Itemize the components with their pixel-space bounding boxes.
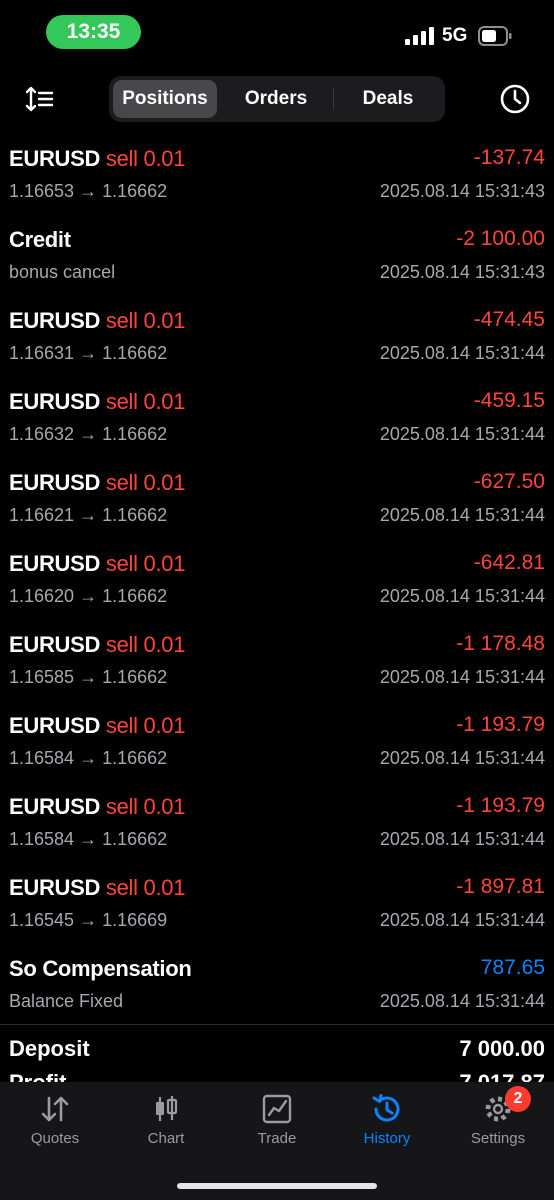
toolbar: Positions Orders Deals (0, 75, 554, 123)
deal-side: sell 0.01 (105, 470, 186, 495)
deal-side: sell 0.01 (105, 551, 186, 576)
tab-history[interactable]: History (332, 1092, 442, 1152)
deal-amount: -1 193.79 (456, 794, 545, 817)
trade-icon (262, 1094, 292, 1124)
deal-amount: -2 100.00 (456, 227, 545, 250)
deal-detail: bonus cancel (9, 262, 116, 282)
deal-amount: -642.81 (473, 551, 545, 574)
deal-datetime: 2025.08.14 15:31:43 (379, 262, 545, 282)
deal-amount: -1 193.79 (456, 713, 545, 736)
home-indicator[interactable] (177, 1183, 377, 1189)
tab-label: Chart (147, 1130, 185, 1147)
deal-amount: -627.50 (473, 470, 545, 493)
tab-label: History (363, 1130, 411, 1147)
tab-label: Settings (470, 1130, 526, 1147)
deal-datetime: 2025.08.14 15:31:44 (379, 748, 545, 768)
list-item[interactable]: Credit -2 100.00 bonus cancel 2025.08.14… (0, 221, 554, 302)
cellular-signal-icon (405, 27, 434, 45)
deal-datetime: 2025.08.14 15:31:44 (379, 829, 545, 849)
deposit-label: Deposit (9, 1036, 90, 1061)
deal-amount: -1 178.48 (456, 632, 545, 655)
deal-detail: 1.16621 → 1.16662 (9, 505, 168, 525)
history-segmented-control: Positions Orders Deals (109, 76, 445, 122)
status-bar: 13:35 5G (0, 0, 554, 62)
list-divider (0, 1024, 554, 1025)
list-item[interactable]: So Compensation 787.65 Balance Fixed 202… (0, 950, 554, 1031)
list-item[interactable]: EURUSD sell 0.01 -137.74 1.16653 → 1.166… (0, 140, 554, 221)
tab-trade[interactable]: Trade (222, 1092, 332, 1152)
list-item[interactable]: EURUSD sell 0.01 -1 193.79 1.16584 → 1.1… (0, 788, 554, 869)
deal-symbol: EURUSD (9, 389, 101, 414)
deal-side: sell 0.01 (105, 794, 186, 819)
tab-quotes[interactable]: Quotes (0, 1092, 110, 1152)
deal-datetime: 2025.08.14 15:31:44 (379, 505, 545, 525)
deal-detail: 1.16632 → 1.16662 (9, 424, 168, 444)
deal-list: EURUSD sell 0.01 -137.74 1.16653 → 1.166… (0, 140, 554, 1031)
tab-label: Quotes (30, 1130, 80, 1147)
deal-detail: 1.16584 → 1.16662 (9, 829, 168, 849)
deal-amount: -1 897.81 (456, 875, 545, 898)
deal-datetime: 2025.08.14 15:31:44 (379, 343, 545, 363)
list-item[interactable]: EURUSD sell 0.01 -1 193.79 1.16584 → 1.1… (0, 707, 554, 788)
status-time[interactable]: 13:35 (46, 15, 141, 49)
list-item[interactable]: EURUSD sell 0.01 -474.45 1.16631 → 1.166… (0, 302, 554, 383)
clock-icon[interactable] (499, 83, 531, 115)
list-item[interactable]: EURUSD sell 0.01 -642.81 1.16620 → 1.166… (0, 545, 554, 626)
list-item[interactable]: EURUSD sell 0.01 -459.15 1.16632 → 1.166… (0, 383, 554, 464)
list-item[interactable]: EURUSD sell 0.01 -1 897.81 1.16545 → 1.1… (0, 869, 554, 950)
deal-amount: -459.15 (473, 389, 545, 412)
deal-datetime: 2025.08.14 15:31:44 (379, 424, 545, 444)
candlestick-icon (156, 1096, 178, 1121)
summary-deposit-row: Deposit 7 000.00 (0, 1032, 554, 1066)
deal-datetime: 2025.08.14 15:31:44 (379, 991, 545, 1011)
deal-symbol: So Compensation (9, 956, 192, 981)
deal-datetime: 2025.08.14 15:31:43 (379, 181, 545, 201)
deal-side: sell 0.01 (105, 875, 186, 900)
deal-amount: 787.65 (480, 956, 545, 979)
deal-symbol: EURUSD (9, 308, 101, 333)
quotes-icon (41, 1096, 69, 1122)
deal-detail: 1.16653 → 1.16662 (9, 181, 168, 201)
battery-icon (478, 26, 512, 46)
deal-detail: 1.16631 → 1.16662 (9, 343, 168, 363)
deal-detail: Balance Fixed (9, 991, 124, 1011)
segment-divider (333, 88, 334, 110)
deal-datetime: 2025.08.14 15:31:44 (379, 667, 545, 687)
deal-symbol: EURUSD (9, 551, 101, 576)
deal-symbol: Credit (9, 227, 71, 252)
deal-amount: -474.45 (473, 308, 545, 331)
deal-side: sell 0.01 (105, 632, 186, 657)
deal-side: sell 0.01 (105, 713, 186, 738)
deal-symbol: EURUSD (9, 875, 101, 900)
deposit-value: 7 000.00 (459, 1036, 545, 1061)
deal-side: sell 0.01 (105, 308, 186, 333)
deal-symbol: EURUSD (9, 713, 101, 738)
tab-settings[interactable]: Settings 2 (443, 1086, 553, 1152)
deal-detail: 1.16620 → 1.16662 (9, 586, 168, 606)
tab-chart[interactable]: Chart (111, 1092, 221, 1152)
deal-side: sell 0.01 (105, 389, 186, 414)
history-icon (372, 1094, 400, 1122)
deal-amount: -137.74 (473, 146, 545, 169)
deal-detail: 1.16585 → 1.16662 (9, 667, 168, 687)
deal-symbol: EURUSD (9, 146, 101, 171)
deal-symbol: EURUSD (9, 794, 101, 819)
notification-badge: 2 (505, 1086, 531, 1112)
deal-symbol: EURUSD (9, 470, 101, 495)
deal-detail: 1.16545 → 1.16669 (9, 910, 168, 930)
list-item[interactable]: EURUSD sell 0.01 -1 178.48 1.16585 → 1.1… (0, 626, 554, 707)
deal-side: sell 0.01 (105, 146, 186, 171)
tab-orders[interactable]: Orders (221, 80, 331, 118)
tab-label: Trade (257, 1130, 297, 1147)
tab-positions[interactable]: Positions (113, 80, 217, 118)
deal-symbol: EURUSD (9, 632, 101, 657)
tab-deals[interactable]: Deals (335, 80, 441, 118)
list-item[interactable]: EURUSD sell 0.01 -627.50 1.16621 → 1.166… (0, 464, 554, 545)
deal-datetime: 2025.08.14 15:31:44 (379, 586, 545, 606)
sort-icon[interactable] (24, 85, 54, 113)
deal-datetime: 2025.08.14 15:31:44 (379, 910, 545, 930)
network-type: 5G (442, 25, 468, 46)
deal-detail: 1.16584 → 1.16662 (9, 748, 168, 768)
